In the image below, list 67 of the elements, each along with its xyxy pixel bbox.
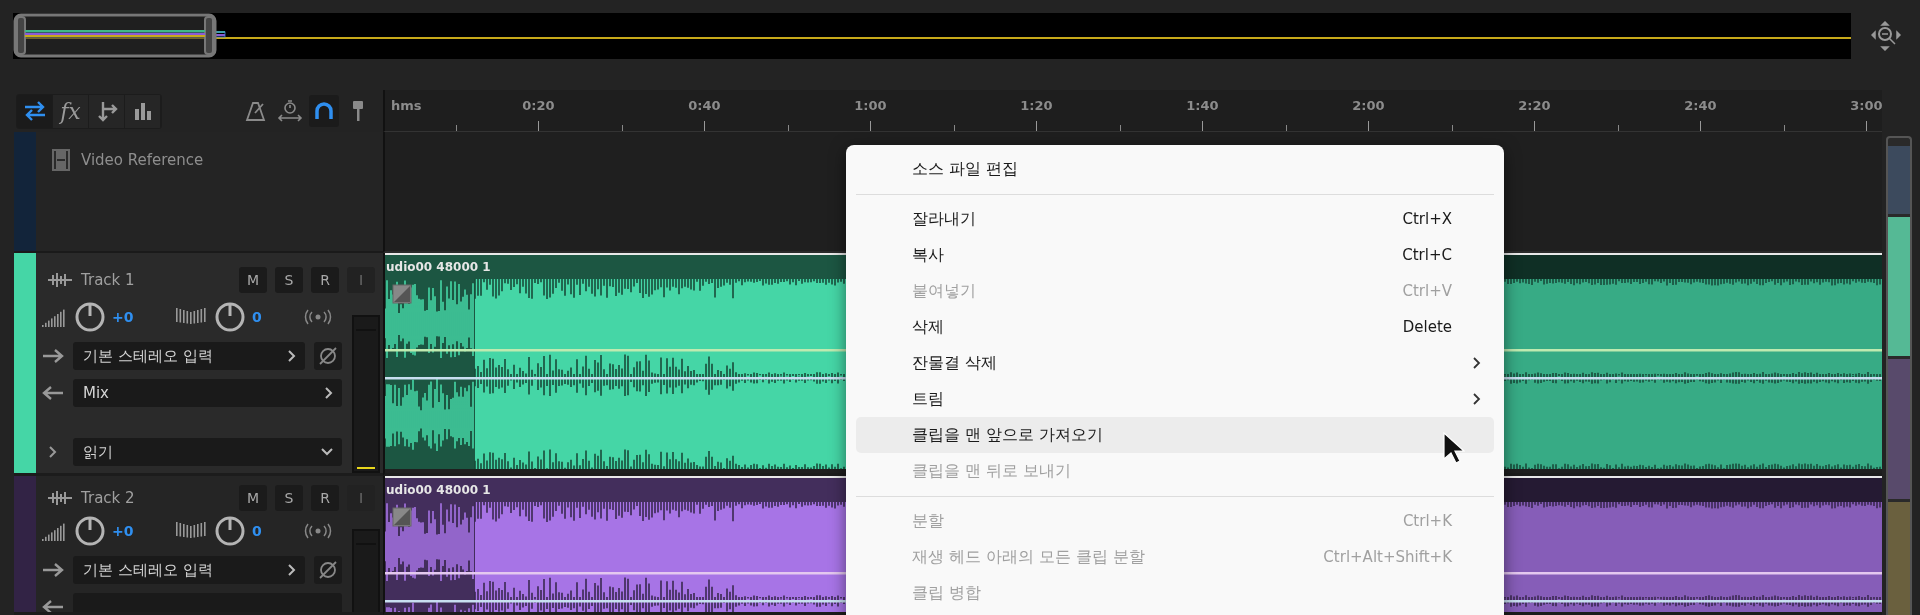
input-dropdown[interactable]: 기본 스테레오 입력 [73, 342, 305, 370]
time-ruler[interactable]: hms 0:20 0:40 1:00 1:20 1:40 2:00 2:20 2:40 3:00 [383, 90, 1882, 132]
ruler-label: 1:40 [1186, 97, 1219, 113]
phase-invert-button[interactable] [314, 342, 342, 370]
output-dropdown[interactable]: Mix [73, 379, 342, 407]
ruler-label: 1:00 [854, 97, 887, 113]
automation-dropdown[interactable]: 읽기 [73, 438, 342, 466]
menu-item[interactable]: 잘라내기 Ctrl+X [856, 201, 1494, 237]
track-toggle-button[interactable]: S [275, 485, 303, 511]
track-toggle-button[interactable]: M [239, 266, 267, 293]
arrow-left-icon [42, 386, 64, 400]
track-toggle-button[interactable]: R [311, 485, 339, 511]
volume-bars-icon [42, 307, 68, 327]
volume-value: +0 [112, 523, 135, 539]
ruler-unit: hms [390, 97, 423, 115]
mouse-pointer-icon [1443, 432, 1465, 464]
knob[interactable] [74, 301, 106, 333]
chevron-right-icon [287, 563, 297, 577]
waveform-icon [47, 490, 73, 506]
menu-item[interactable]: 삭제 Delete [856, 309, 1494, 345]
phase-invert-button[interactable] [314, 556, 342, 584]
ruler-label: 1:20 [1020, 97, 1053, 113]
menu-item[interactable]: 잔물결 삭제 [856, 345, 1494, 381]
track-toggle-button[interactable]: M [239, 485, 267, 511]
menu-item[interactable]: 클립을 맨 앞으로 가져오기 [856, 417, 1494, 453]
view-tab[interactable] [17, 94, 53, 128]
video-track-name: Video Reference [81, 151, 204, 169]
knob[interactable] [214, 301, 246, 333]
circle-slash-icon [318, 346, 338, 366]
volume-value: +0 [112, 309, 135, 325]
arrow-left-icon [42, 600, 64, 612]
knob[interactable] [74, 515, 106, 547]
chevron-right-icon [324, 386, 334, 400]
track-toggle-button[interactable]: S [275, 266, 303, 293]
tool-button[interactable] [309, 95, 339, 127]
track-toggle-button[interactable]: R [311, 266, 339, 293]
chevron-down-icon [320, 447, 334, 457]
ruler-label: 2:00 [1352, 97, 1385, 113]
circle-slash-icon [318, 560, 338, 580]
chevron-right-icon [48, 445, 58, 459]
arrow-right-icon [42, 563, 64, 577]
knob[interactable] [214, 515, 246, 547]
waveform-icon [47, 271, 73, 288]
input-dropdown[interactable]: 기본 스테레오 입력 [73, 556, 305, 584]
chevron-right-icon [287, 349, 297, 363]
menu-item[interactable]: 트림 [856, 381, 1494, 417]
ruler-label: 0:40 [688, 97, 721, 113]
menu-item[interactable]: 소스 파일 편집 [856, 151, 1494, 187]
track-name: Track 1 [81, 270, 135, 289]
arrow-right-icon [42, 349, 64, 363]
clip-title: udio00 48000 1 [386, 260, 491, 274]
track-name: Track 2 [81, 489, 135, 507]
broadcast-icon [302, 523, 334, 539]
pan-value: 0 [252, 523, 263, 539]
ruler-label: 0:20 [522, 97, 555, 113]
pan-value: 0 [252, 309, 263, 325]
menu-item[interactable]: 복사 Ctrl+C [856, 237, 1494, 273]
stopwatch-icon [277, 100, 303, 122]
volume-bars-icon [42, 521, 68, 541]
clip-title: udio00 48000 1 [386, 483, 491, 497]
ruler-label: 3:00 [1850, 97, 1882, 113]
film-icon [51, 148, 71, 172]
track-scrollbar[interactable] [1886, 136, 1912, 615]
ruler-label: 2:20 [1518, 97, 1551, 113]
zoom-out-icon[interactable] [1870, 21, 1901, 51]
ruler-label: 2:40 [1684, 97, 1717, 113]
broadcast-icon [302, 309, 334, 325]
